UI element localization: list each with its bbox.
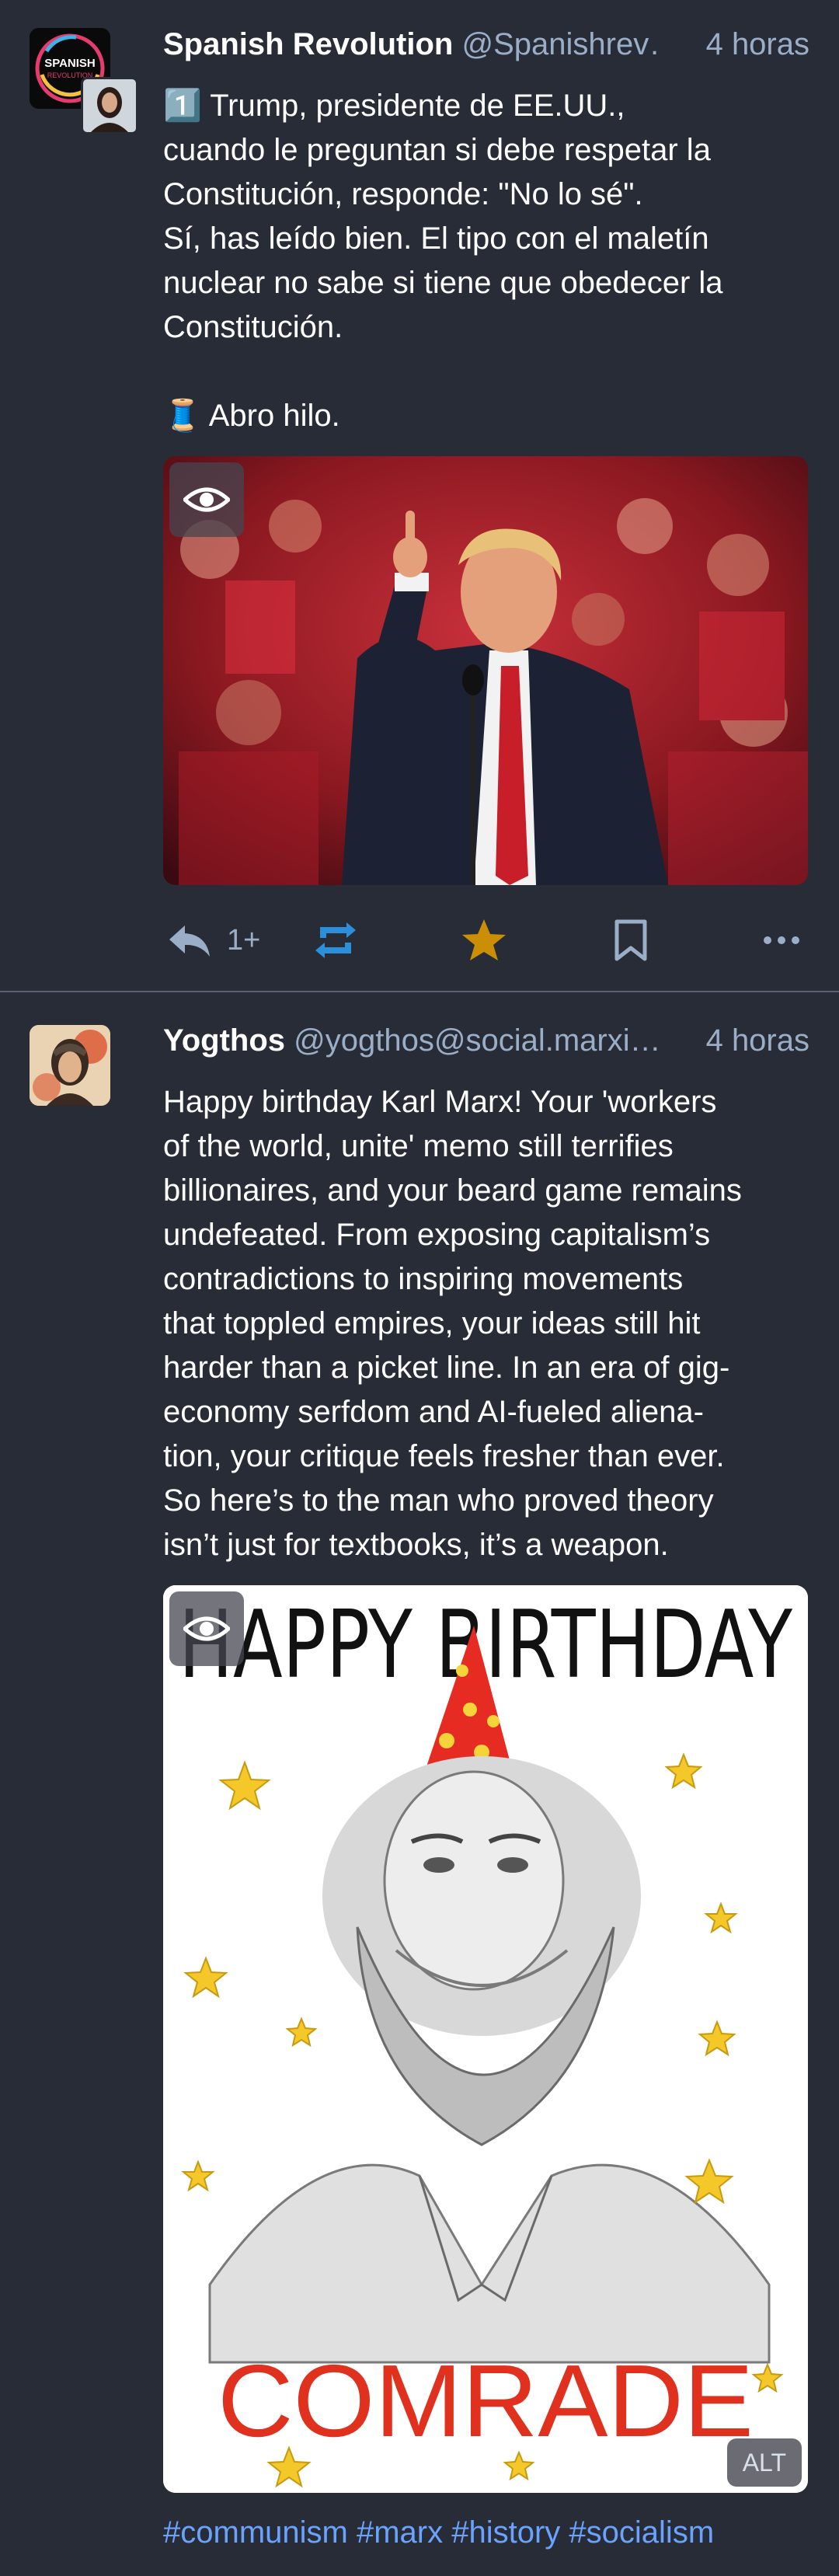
content-line: economy serfdom and AI-fueled aliena- — [163, 1395, 704, 1429]
bookmark-icon — [614, 919, 647, 961]
content-line: cuando le preguntan si debe respetar la — [163, 133, 711, 167]
favourite-button[interactable] — [461, 909, 507, 971]
status-content: 1️⃣ Trump, presidente de EE.UU., cuando … — [163, 84, 808, 438]
image-happy-birthday-marx: HAPPY BIRTHDAY COMRADE — [163, 1585, 808, 2493]
content-line: 1️⃣ Trump, presidente de EE.UU., — [163, 89, 625, 123]
content-line: contradictions to inspiring movements — [163, 1262, 684, 1296]
status-content: Happy birthday Karl Marx! Your 'workers … — [163, 1080, 808, 1567]
display-name[interactable]: Yogthos — [163, 1023, 285, 1058]
more-icon — [764, 936, 799, 944]
more-button[interactable] — [763, 909, 800, 971]
hashtag-bar: #communism #marx #history #socialism — [163, 2511, 808, 2555]
avatar-secondary[interactable] — [81, 77, 138, 134]
display-name[interactable]: Spanish Revolution — [163, 27, 453, 61]
timestamp[interactable]: 4 horas — [706, 1021, 809, 1060]
content-line: Constitución. — [163, 310, 343, 344]
status-post-yogthos: Yogthos @yogthos@social.marxi… 4 horas H… — [0, 992, 839, 2576]
status-post-spanish-revolution: SPANISH REVOLUTION Spanish Revolution @S… — [0, 0, 839, 991]
content-line: of the world, unite' memo still terrifie… — [163, 1129, 674, 1163]
content-line — [163, 350, 808, 394]
content-line: that toppled empires, your ideas still h… — [163, 1306, 701, 1340]
bookmark-button[interactable] — [614, 909, 648, 971]
hashtag-link[interactable]: #communism — [163, 2515, 348, 2550]
status-action-bar: 1+ — [163, 909, 808, 971]
hashtag-link[interactable]: #marx — [357, 2515, 443, 2550]
content-line: So here’s to the man who proved theory — [163, 1483, 714, 1518]
content-line: tion, your critique feels fresher than e… — [163, 1439, 725, 1473]
media-attachment[interactable]: HAPPY BIRTHDAY COMRADE ALT — [163, 1585, 808, 2493]
content-line: isn’t just for textbooks, it’s a weapon. — [163, 1528, 669, 1562]
boost-button[interactable] — [312, 909, 359, 971]
content-line: undefeated. From exposing capitalism’s — [163, 1218, 711, 1252]
account-handle[interactable]: @Spanishrev… — [461, 27, 660, 61]
media-attachment[interactable] — [163, 456, 808, 885]
reply-button[interactable]: 1+ — [168, 909, 260, 971]
eye-icon — [183, 1616, 230, 1641]
content-line: nuclear no sabe si tiene que obedecer la — [163, 266, 723, 300]
content-line: Happy birthday Karl Marx! Your 'workers — [163, 1085, 717, 1119]
avatar[interactable] — [30, 1025, 110, 1106]
reply-count: 1+ — [227, 923, 261, 957]
boost-icon — [315, 922, 356, 958]
eye-icon — [183, 487, 230, 512]
hide-media-button[interactable] — [169, 1591, 244, 1666]
avatar-text: SPANISH — [44, 57, 96, 70]
hashtag-link[interactable]: #socialism — [569, 2515, 714, 2550]
timestamp[interactable]: 4 horas — [706, 25, 809, 64]
content-line: Constitución, responde: "No lo sé". — [163, 177, 643, 211]
account-handle[interactable]: @yogthos@social.marxi… — [294, 1023, 660, 1058]
status-header: Spanish Revolution @Spanishrev… — [163, 25, 660, 64]
hide-media-button[interactable] — [169, 462, 244, 537]
alt-text-badge[interactable]: ALT — [726, 2438, 802, 2487]
image-bottom-text: COMRADE — [218, 2344, 754, 2458]
content-line: Sí, has leído bien. El tipo con el malet… — [163, 221, 709, 256]
reply-icon — [169, 925, 210, 957]
content-line: harder than a picket line. In an era of … — [163, 1351, 730, 1385]
star-icon — [462, 919, 506, 960]
content-line: billionaires, and your beard game remain… — [163, 1173, 742, 1208]
photo-trump-rally — [163, 456, 808, 885]
hashtag-link[interactable]: #history — [451, 2515, 560, 2550]
content-line: 🧵 Abro hilo. — [163, 399, 340, 433]
status-header: Yogthos @yogthos@social.marxi… — [163, 1021, 660, 1060]
